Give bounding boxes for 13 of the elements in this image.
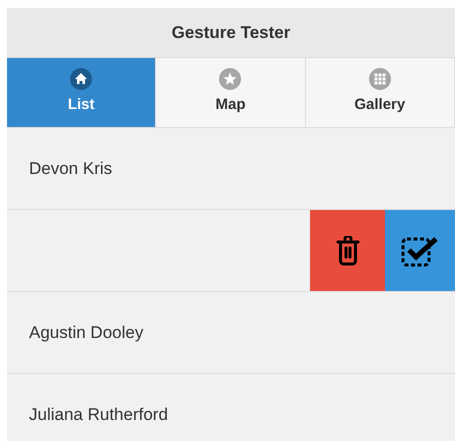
tab[interactable]: List [7, 58, 156, 127]
list-item[interactable]: Agustin Dooley [7, 292, 455, 374]
trash-icon [336, 236, 360, 266]
list-item[interactable]: Devon Kris [7, 128, 455, 210]
grid-icon [368, 68, 391, 90]
home-icon [70, 68, 92, 90]
tab[interactable]: Map [156, 58, 306, 127]
app-title: Gesture Tester [172, 22, 290, 44]
delete-button[interactable] [310, 210, 385, 291]
checkbox-icon [401, 234, 439, 266]
tab[interactable]: Gallery [306, 58, 455, 127]
list-item[interactable]: Juliana Rutherford [7, 374, 455, 441]
select-button[interactable] [385, 210, 455, 291]
